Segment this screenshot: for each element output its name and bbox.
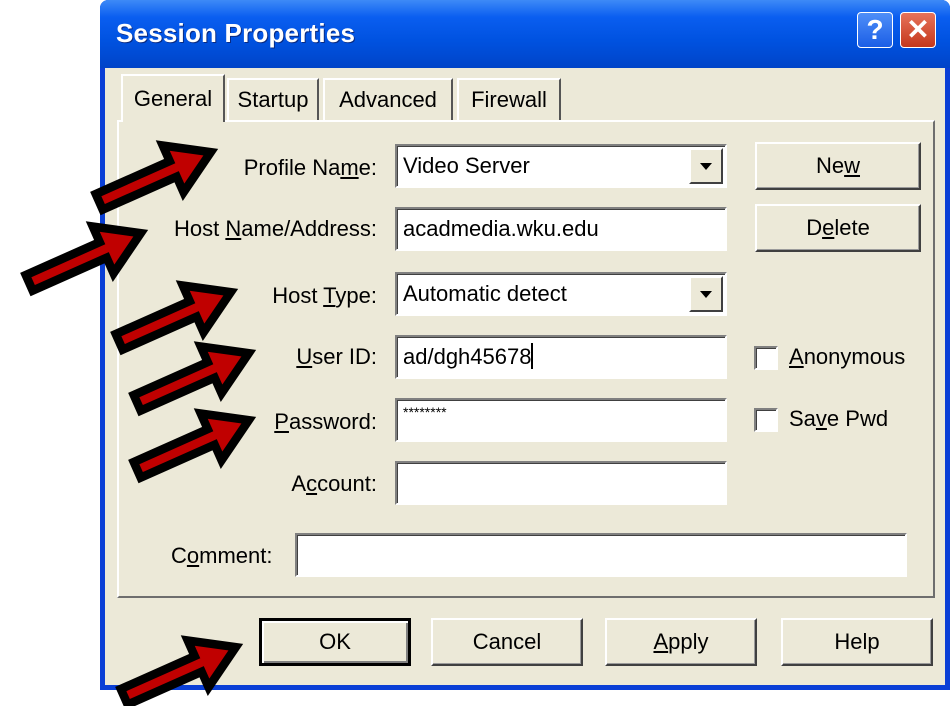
tab-advanced[interactable]: Advanced (323, 78, 453, 120)
tab-firewall[interactable]: Firewall (457, 78, 561, 120)
close-icon: ✕ (906, 14, 930, 45)
tab-label: Firewall (471, 87, 547, 112)
tab-label: Startup (237, 87, 309, 112)
help-button[interactable]: Help (781, 618, 933, 666)
close-button[interactable]: ✕ (900, 12, 936, 48)
tab-general[interactable]: General (121, 74, 225, 122)
cancel-button[interactable]: Cancel (431, 618, 583, 666)
window-title: Session Properties (116, 18, 356, 48)
session-properties-window: Session Properties ? ✕ General Startup A… (100, 0, 950, 690)
dialog-client-area: General Startup Advanced Firewall Profil… (105, 68, 945, 685)
tab-startup[interactable]: Startup (227, 78, 319, 120)
question-icon: ? (866, 14, 884, 45)
apply-button[interactable]: Apply (605, 618, 757, 666)
general-tab-panel (117, 120, 935, 598)
tab-label: Advanced (339, 87, 437, 112)
help-title-button[interactable]: ? (857, 12, 893, 48)
title-bar[interactable]: Session Properties ? ✕ (100, 0, 950, 68)
tab-label: General (133, 86, 213, 111)
ok-button[interactable]: OK (259, 618, 411, 666)
